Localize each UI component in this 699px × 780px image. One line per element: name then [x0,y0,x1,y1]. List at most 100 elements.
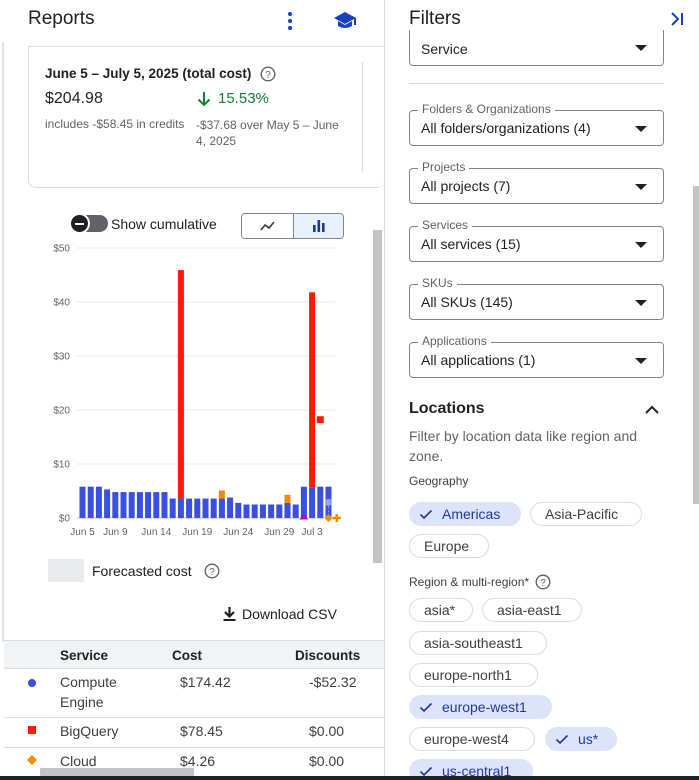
group-by-select[interactable]: Service [409,30,664,66]
bar-compute-engine[interactable] [186,498,193,518]
filter-chip[interactable]: us* [545,727,617,751]
bar-compute-engine[interactable] [177,498,184,518]
filter-chip[interactable]: asia* [409,598,473,622]
table-row[interactable]: BigQuery $78.45 $0.00 [4,718,384,748]
cost-value: $174.42 [180,674,231,690]
bar-compute-engine[interactable] [87,486,94,518]
bar-cloud[interactable] [284,494,291,503]
circle-marker-icon [28,679,36,687]
x-tick-label: Jun 24 [223,527,253,538]
filter-chip[interactable]: asia-southeast1 [409,631,547,655]
bar-compute-engine[interactable] [136,492,143,518]
filter-chip[interactable]: europe-north1 [409,663,538,687]
last-page-icon[interactable] [668,10,686,28]
bar-compute-engine[interactable] [128,492,135,518]
line-chart-button[interactable] [242,214,293,238]
bar-compute-engine[interactable] [276,504,283,519]
horizontal-scrollbar[interactable] [40,768,194,776]
locations-title: Locations [409,400,485,417]
chip-label: Europe [424,538,470,554]
bar-bigquery[interactable] [309,292,316,488]
forecast-square-marker[interactable] [316,416,324,424]
bar-compute-engine[interactable] [300,486,307,518]
filter-chip[interactable]: Asia-Pacific [530,502,642,526]
applications-select[interactable]: Applications All applications (1) [409,334,664,378]
help-icon[interactable]: ? [204,563,220,579]
x-tick-label: Jun 5 [70,527,95,538]
bar-compute-engine[interactable] [202,498,209,518]
filter-chip[interactable]: Europe [409,534,489,558]
x-tick-label: Jun 9 [103,527,128,538]
column-header-cost[interactable]: Cost [172,648,202,663]
bar-compute-engine[interactable] [145,492,152,518]
table-row[interactable]: Compute Engine $174.42 -$52.32 [4,669,384,718]
bar-compute-engine[interactable] [153,492,160,518]
group-by-value: Service [421,41,468,57]
bar-compute-engine[interactable] [292,504,299,519]
square-marker-icon [28,726,36,734]
discount-value: -$52.32 [309,674,357,690]
reports-title: Reports [28,8,95,29]
bar-compute-engine[interactable] [104,489,111,518]
discount-value: $0.00 [309,723,345,739]
bar-chart-button[interactable] [293,214,343,238]
bar-compute-engine[interactable] [317,486,324,518]
chip-label: asia-east1 [497,602,562,618]
filter-chip[interactable]: europe-west1 [409,695,552,719]
vertical-scrollbar[interactable] [693,186,699,504]
school-icon[interactable] [332,9,358,33]
card-divider [362,62,363,172]
check-icon [419,702,433,713]
forecast-plus-marker[interactable] [332,514,341,522]
help-icon[interactable]: ? [260,66,276,82]
filter-chip[interactable]: asia-east1 [482,598,582,622]
bar-compute-engine[interactable] [194,498,201,518]
bar-compute-engine[interactable] [235,502,242,518]
bar-compute-engine[interactable] [309,487,316,518]
filter-chip[interactable]: europe-west4 [409,727,535,751]
chevron-up-icon[interactable] [644,403,660,415]
bar-compute-engine[interactable] [161,492,168,518]
bar-cloud[interactable] [218,490,225,499]
bar-compute-engine[interactable] [251,504,258,519]
discount-value: $0.00 [309,753,345,769]
chip-label: us* [578,731,599,747]
bar-compute-engine[interactable] [218,498,225,518]
bar-compute-engine[interactable] [79,486,86,518]
bar-compute-engine[interactable] [268,504,275,519]
filter-chip[interactable]: Americas [409,502,521,526]
bar-compute-engine[interactable] [95,486,102,518]
chip-label: europe-west4 [424,731,509,747]
column-header-discounts[interactable]: Discounts [295,648,360,663]
dropdown-arrow-icon [635,45,647,51]
forecast-circle-marker[interactable] [325,498,332,506]
total-cost-value: $204.98 [45,90,103,107]
bar-compute-engine[interactable] [210,498,217,518]
bar-bigquery[interactable] [177,270,184,499]
bar-compute-engine[interactable] [227,497,234,518]
more-vert-icon[interactable] [280,8,300,34]
select-value: All SKUs (145) [421,294,513,310]
reports-pane: Reports June 5 – July 5, 2025 (total cos… [0,0,384,780]
projects-select[interactable]: Projects All projects (7) [409,160,664,204]
show-cumulative-toggle[interactable] [69,213,108,234]
x-tick-label: Jun 19 [182,527,212,538]
column-header-service[interactable]: Service [60,648,108,663]
download-csv-button[interactable]: Download CSV [222,605,352,625]
bar-compute-engine[interactable] [243,504,250,519]
bar-compute-engine[interactable] [169,498,176,518]
reports-header: Reports [0,0,384,42]
forecast-legend-swatch [48,559,84,582]
bar-compute-engine[interactable] [284,502,291,518]
select-label: Projects [418,160,470,174]
bar-compute-engine[interactable] [112,492,119,518]
bar-compute-engine[interactable] [259,504,266,519]
skus-select[interactable]: SKUs All SKUs (145) [409,276,664,320]
region-label: Region & multi-region* [409,575,530,589]
bar-compute-engine[interactable] [120,492,127,518]
services-select[interactable]: Services All services (15) [409,218,664,262]
help-icon[interactable]: ? [535,574,551,590]
folders-organizations-select[interactable]: Folders & Organizations All folders/organ… [409,102,664,146]
forecast-triangle-marker[interactable] [299,513,309,520]
vertical-scrollbar[interactable] [373,230,382,563]
